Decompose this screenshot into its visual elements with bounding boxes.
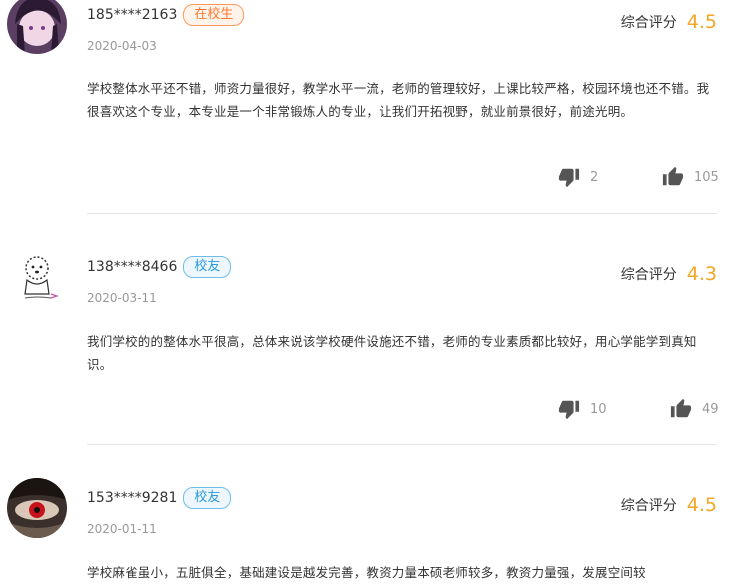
review-content: 我们学校的的整体水平很高，总体来说该学校硬件设施还不错，老师的专业素质都比较好，… — [87, 334, 697, 372]
score-value: 4.5 — [686, 11, 717, 33]
like-button[interactable]: 105 — [662, 166, 719, 188]
divider — [87, 213, 717, 214]
review-content: 学校麻雀虽小，五脏俱全，基础建设是越发完善，教资力量本硕老师较多，教资力量强，发… — [87, 565, 646, 580]
review-date: 2020-03-11 — [87, 291, 157, 305]
dislike-button[interactable]: 2 — [558, 166, 598, 188]
score-value: 4.3 — [686, 263, 717, 285]
alumni-badge: 校友 — [183, 487, 232, 509]
avatar[interactable] — [7, 248, 67, 308]
like-count: 105 — [694, 169, 719, 185]
score-value: 4.5 — [686, 494, 717, 516]
like-button[interactable]: 49 — [670, 398, 719, 420]
avatar[interactable] — [7, 0, 67, 54]
username: 138****8466 校友 — [87, 256, 232, 278]
avatar[interactable] — [7, 478, 67, 538]
username-text: 185****2163 — [87, 7, 178, 23]
score-label: 综合评分 — [620, 15, 677, 31]
overall-score: 综合评分 4.5 — [621, 494, 717, 516]
like-count: 49 — [702, 401, 719, 417]
thumbs-up-icon — [662, 166, 684, 186]
username: 185****2163 在校生 — [87, 4, 245, 26]
username-text: 138****8466 — [87, 259, 178, 275]
dislike-button[interactable]: 10 — [558, 398, 607, 420]
thumbs-up-icon — [670, 398, 692, 418]
thumbs-down-icon — [558, 400, 580, 420]
divider — [87, 444, 717, 445]
username-text: 153****9281 — [87, 490, 178, 506]
review-date: 2020-01-11 — [87, 522, 157, 536]
username: 153****9281 校友 — [87, 487, 232, 509]
review-date: 2020-04-03 — [87, 39, 157, 53]
score-label: 综合评分 — [620, 267, 677, 283]
student-badge: 在校生 — [183, 4, 245, 26]
thumbs-down-icon — [558, 168, 580, 188]
alumni-badge: 校友 — [183, 256, 232, 278]
score-label: 综合评分 — [620, 498, 677, 514]
dislike-count: 10 — [590, 401, 607, 417]
overall-score: 综合评分 4.5 — [621, 11, 717, 33]
overall-score: 综合评分 4.3 — [621, 263, 717, 285]
dislike-count: 2 — [590, 169, 599, 185]
review-content: 学校整体水平还不错，师资力量很好，教学水平一流，老师的管理较好，上课比较严格，校… — [87, 81, 710, 119]
